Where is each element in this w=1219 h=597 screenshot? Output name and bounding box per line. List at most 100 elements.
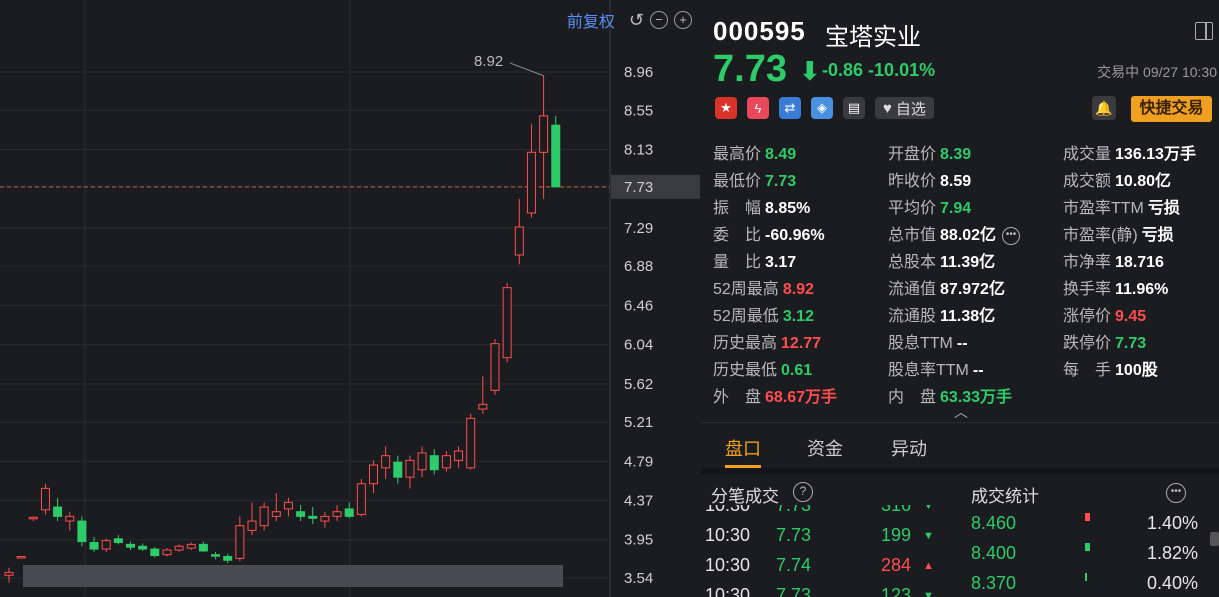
stat-cell: 最高价 8.49 <box>713 140 796 164</box>
quick-trade-button[interactable]: 快捷交易 <box>1131 96 1212 122</box>
collapse-icon[interactable]: ︿ <box>954 402 968 422</box>
candle-body <box>4 571 14 576</box>
distribution-percent: 1.40% <box>1147 513 1199 533</box>
stat-value: 8.39 <box>940 146 972 163</box>
tick-price: 7.74 <box>776 555 812 575</box>
bell-icon[interactable]: 🔔 <box>1092 96 1116 120</box>
divider <box>701 422 1219 423</box>
distribution-row: 8.460 1.40% <box>959 513 1219 543</box>
stat-value: 7.73 <box>1115 335 1147 352</box>
candle-body <box>101 540 111 550</box>
candle-body <box>429 455 439 471</box>
stat-cell: 昨收价 8.59 <box>888 167 971 191</box>
candle-body <box>308 515 318 519</box>
shuffle-icon[interactable]: ⇄ <box>779 97 801 119</box>
candle-body <box>28 516 38 520</box>
stat-value: 亏损 <box>1141 227 1174 244</box>
distribution-list[interactable]: 8.460 1.40% 8.400 1.82% 8.370 0.40% <box>959 505 1219 597</box>
ticks-list[interactable]: 10:30 7.73 316 ▼ 10:30 7.73 199 ▼ 10:30 7.74 284 ▲ 1… <box>701 505 951 597</box>
stat-cell: 市盈率TTM 亏损 <box>1063 194 1180 218</box>
candle-body <box>441 455 451 469</box>
stat-cell: 成交额 10.80亿 <box>1063 167 1171 191</box>
distribution-bar <box>1085 543 1090 551</box>
candle-body <box>138 545 148 550</box>
tab-anomaly[interactable]: 异动 <box>891 435 927 461</box>
candle-body <box>381 455 391 469</box>
stat-label: 开盘价 <box>888 146 937 163</box>
stat-label: 涨停价 <box>1063 308 1112 325</box>
candle-body <box>356 483 366 516</box>
y-tick-label: 7.73 <box>624 179 653 196</box>
distribution-price: 8.460 <box>971 513 1017 533</box>
stat-cell: 股息率TTM -- <box>888 356 984 380</box>
trading-status: 交易中 09/27 10:30 <box>1097 64 1217 80</box>
stat-label: 历史最高 <box>713 335 778 352</box>
adjust-mode-button[interactable]: 前复权 <box>567 8 615 32</box>
stat-label: 外 盘 <box>713 389 762 406</box>
stat-label: 历史最低 <box>713 362 778 379</box>
scrollbar[interactable] <box>1210 532 1219 546</box>
stats-row: 最低价 7.73 昨收价 8.59 成交额 10.80亿 <box>713 167 1218 194</box>
stats-row: 振 幅 8.85% 平均价 7.94 市盈率TTM 亏损 <box>713 194 1218 221</box>
candle-body <box>526 151 536 214</box>
stat-cell: 52周最高 8.92 <box>713 275 814 299</box>
stat-label: 内 盘 <box>888 389 937 406</box>
stat-cell: 52周最低 3.12 <box>713 302 814 326</box>
change-value: -0.86 <box>822 60 864 80</box>
stat-value: 18.716 <box>1115 254 1164 271</box>
candle-body <box>40 487 50 511</box>
tab-order-book[interactable]: 盘口 <box>725 435 761 461</box>
kline-chart-panel[interactable]: 8.96 8.55 8.13 7.73 7.29 6.88 6.46 6.04 5.62 5.21… <box>0 0 700 597</box>
notes-icon[interactable]: ▤ <box>843 97 865 119</box>
max-annotation-line <box>509 62 544 77</box>
candle-body <box>16 556 26 559</box>
undo-icon[interactable]: ↺ <box>629 10 644 31</box>
help-icon[interactable]: ? <box>793 482 813 502</box>
stat-value: 7.73 <box>765 173 797 190</box>
badge-row: ★ ϟ ⇄ ◈ ▤ ♥ 自选 <box>715 97 934 119</box>
stat-cell: 历史最低 0.61 <box>713 356 812 380</box>
distribution-row: 8.370 0.40% <box>959 573 1219 597</box>
stat-value: 0.61 <box>781 362 813 379</box>
more-icon[interactable]: ••• <box>1002 226 1021 245</box>
candle-body <box>77 520 87 543</box>
zoom-out-icon[interactable]: − <box>650 11 668 29</box>
stat-cell: 换手率 11.96% <box>1063 275 1168 299</box>
stats-row: 最高价 8.49 开盘价 8.39 成交量 136.13万手 <box>713 140 1218 167</box>
y-tick-label: 6.88 <box>624 258 653 275</box>
stat-value: 8.49 <box>765 146 797 163</box>
tag-icon[interactable]: ◈ <box>811 97 833 119</box>
y-tick-label: 7.29 <box>624 220 653 237</box>
stat-label: 平均价 <box>888 200 937 217</box>
stat-value: 68.67万手 <box>765 389 838 406</box>
layout-icon[interactable] <box>1195 22 1213 40</box>
stats-row: 量 比 3.17 总股本 11.39亿 市净率 18.716 <box>713 248 1218 275</box>
kline-chart[interactable]: 8.96 8.55 8.13 7.73 7.29 6.88 6.46 6.04 5.62 5.21… <box>0 0 700 597</box>
stats-grid: 最高价 8.49 开盘价 8.39 成交量 136.13万手 最低价 7.73 昨收价 8.59 成… <box>713 140 1218 410</box>
stat-value: -- <box>972 362 984 379</box>
distribution-title: 成交统计 <box>971 487 1039 506</box>
more-icon[interactable]: ••• <box>1166 483 1186 503</box>
distribution-bar <box>1085 513 1090 521</box>
stock-name: 宝塔实业 <box>825 24 921 51</box>
ticks-title: 分笔成交 <box>711 487 779 506</box>
candle-body <box>466 417 476 469</box>
tab-fund-flow[interactable]: 资金 <box>807 435 843 461</box>
lightning-icon[interactable]: ϟ <box>747 97 769 119</box>
stat-cell: 流通股 11.38亿 <box>888 302 995 326</box>
max-price-label: 8.92 <box>474 53 503 70</box>
watchlist-button[interactable]: ♥ 自选 <box>875 97 934 119</box>
candle-body <box>89 542 99 550</box>
stat-label: 换手率 <box>1063 281 1112 298</box>
stat-value: 88.02亿 <box>940 227 997 244</box>
zoom-in-icon[interactable]: + <box>674 11 692 29</box>
stat-value: 8.85% <box>765 200 811 217</box>
stat-cell: 总股本 11.39亿 <box>888 248 995 272</box>
candle-body <box>514 226 524 256</box>
candle-body <box>150 548 160 557</box>
price-change: -0.86 -10.01% <box>822 60 935 81</box>
stat-cell: 涨停价 9.45 <box>1063 302 1146 326</box>
distribution-price: 8.370 <box>971 573 1017 593</box>
stat-label: 52周最低 <box>713 308 779 325</box>
y-tick-label: 4.79 <box>624 453 653 470</box>
